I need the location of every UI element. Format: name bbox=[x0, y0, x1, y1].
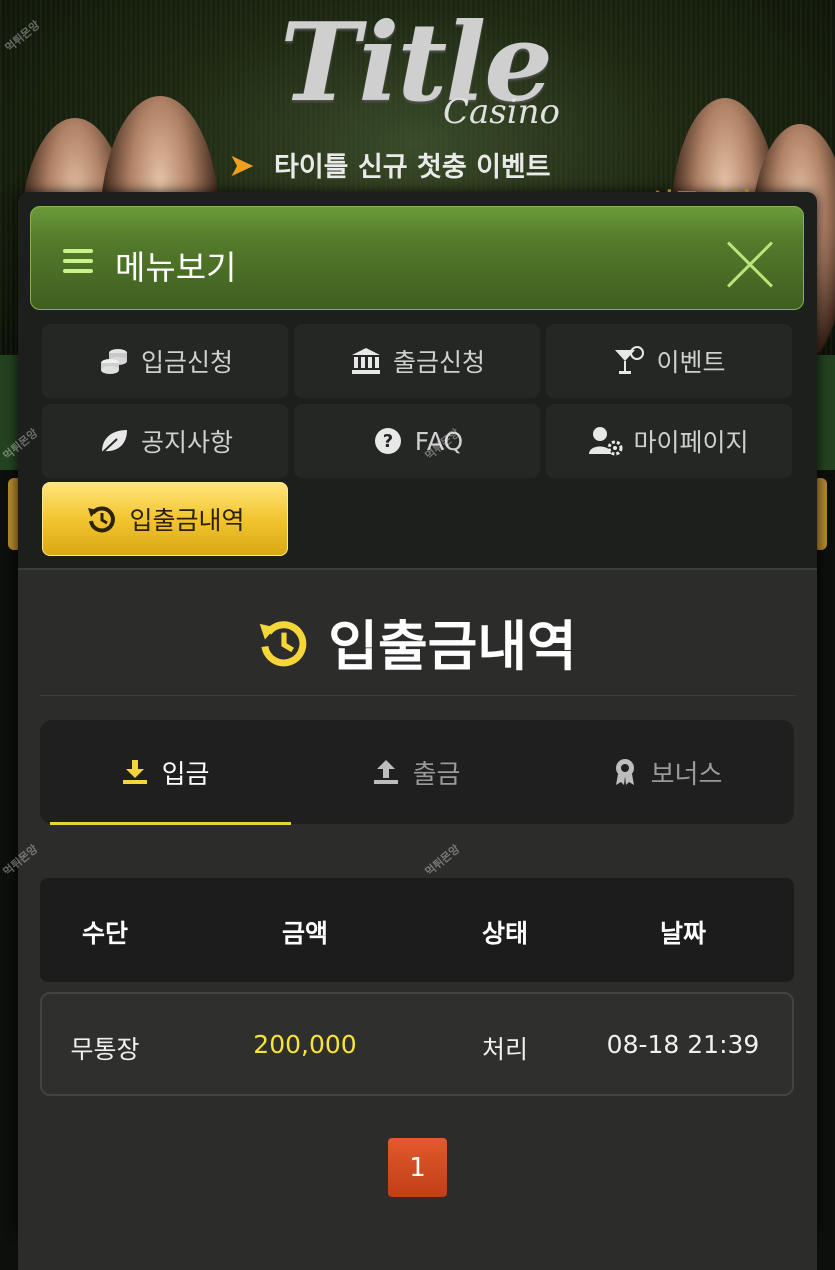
menu-item-withdraw-request[interactable]: 출금신청 bbox=[294, 324, 540, 398]
tab-label: 입금 bbox=[161, 759, 210, 790]
leaf-icon bbox=[97, 424, 131, 458]
tab-withdraw[interactable]: 출금 bbox=[291, 720, 542, 824]
column-header-method: 수단 bbox=[81, 919, 128, 948]
logo-subtitle: Casino bbox=[443, 92, 560, 132]
arrow-icon: ➤ bbox=[228, 146, 255, 184]
user-cog-icon bbox=[589, 424, 623, 458]
column-header-status: 상태 bbox=[481, 919, 528, 948]
cocktail-icon bbox=[612, 344, 646, 378]
tab-label: 출금 bbox=[412, 759, 461, 790]
tab-bonus[interactable]: 보너스 bbox=[542, 720, 793, 824]
tab-label: 보너스 bbox=[650, 759, 723, 790]
menu-item-faq[interactable]: ? FAQ bbox=[294, 404, 540, 478]
svg-text:?: ? bbox=[383, 431, 393, 452]
upload-icon bbox=[373, 759, 399, 785]
menu-item-label: 출금신청 bbox=[392, 348, 485, 377]
pagination-page-button[interactable]: 1 bbox=[388, 1138, 447, 1197]
menu-item-event[interactable]: 이벤트 bbox=[546, 324, 792, 398]
menu-item-notice[interactable]: 공지사항 bbox=[42, 404, 288, 478]
bank-icon bbox=[349, 344, 383, 378]
question-circle-icon: ? bbox=[371, 424, 405, 458]
award-icon bbox=[613, 758, 637, 786]
menu-item-label: 공지사항 bbox=[140, 428, 233, 457]
menu-item-mypage[interactable]: 마이페이지 bbox=[546, 404, 792, 478]
history-icon bbox=[258, 617, 310, 682]
menu-header: 메뉴보기 bbox=[30, 206, 804, 310]
menu-item-label: 이벤트 bbox=[656, 348, 726, 377]
menu-item-transaction-history[interactable]: 입출금내역 bbox=[42, 482, 288, 556]
menu-item-label: 입출금내역 bbox=[129, 506, 245, 535]
table-row: 무통장 200,000 처리 08-18 21:39 bbox=[40, 992, 794, 1096]
history-tabs: 입금 출금 보너스 bbox=[40, 720, 794, 825]
active-tab-indicator bbox=[50, 822, 291, 825]
menu-item-label: 입금신청 bbox=[140, 348, 233, 377]
divider bbox=[40, 695, 796, 696]
page-title-text: 입출금내역 bbox=[328, 615, 577, 678]
table-header: 수단 금액 상태 날짜 bbox=[40, 878, 794, 982]
cell-status: 처리 bbox=[481, 1035, 528, 1064]
page-title: 입출금내역 bbox=[18, 602, 817, 682]
close-icon[interactable] bbox=[725, 239, 775, 289]
cell-amount: 200,000 bbox=[253, 1030, 357, 1059]
coins-icon bbox=[97, 344, 131, 378]
column-header-amount: 금액 bbox=[281, 919, 328, 948]
column-header-date: 날짜 bbox=[659, 919, 706, 948]
cell-method: 무통장 bbox=[70, 1035, 140, 1064]
tab-deposit[interactable]: 입금 bbox=[40, 720, 291, 824]
menu-item-deposit-request[interactable]: 입금신청 bbox=[42, 324, 288, 398]
download-icon bbox=[122, 759, 148, 785]
cell-date: 08-18 21:39 bbox=[606, 1030, 760, 1059]
hamburger-icon bbox=[63, 249, 93, 273]
event-headline: 타이틀 신규 첫충 이벤트 bbox=[274, 152, 551, 183]
menu-item-label: 마이페이지 bbox=[633, 428, 749, 457]
menu-title: 메뉴보기 bbox=[115, 248, 237, 287]
history-icon bbox=[85, 502, 119, 536]
menu-panel: 메뉴보기 입금신청 출금신청 이벤트 공지사항 ? FAQ 마이페이지 입출금내… bbox=[1, 192, 817, 1270]
